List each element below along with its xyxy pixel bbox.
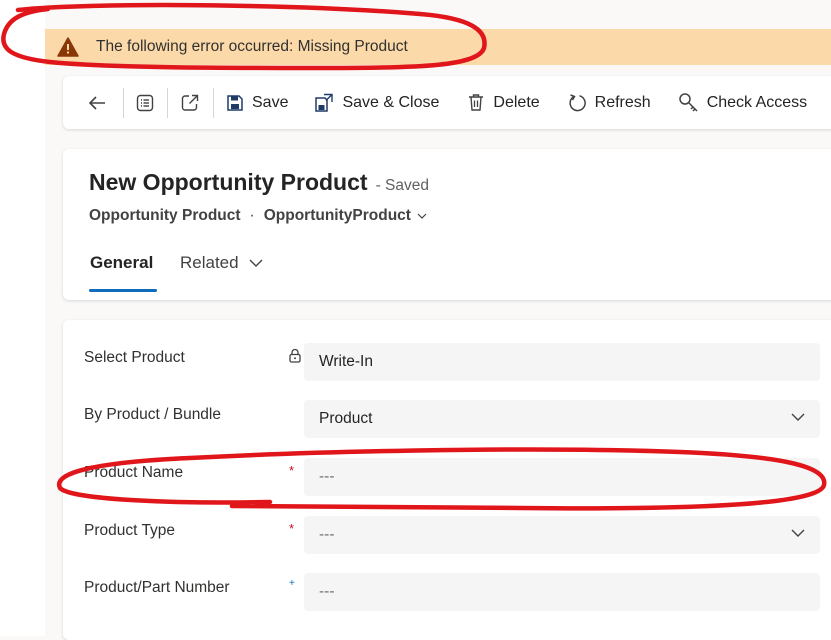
save-and-close-icon [315,93,334,112]
check-access-button[interactable]: Check Access [678,87,807,119]
product-type-value: --- [319,526,335,543]
required-indicator: * [289,463,295,478]
chevron-down-icon [791,529,805,537]
field-label-product-name: Product Name [84,464,184,481]
chevron-down-icon [249,259,263,267]
chevron-down-icon [417,213,427,219]
trash-icon [469,94,484,111]
toolbar-divider [213,87,214,118]
product-type-dropdown[interactable]: --- [304,516,820,554]
tab-general[interactable]: General [90,253,153,273]
check-access-label: Check Access [706,93,808,111]
list-view-icon [136,94,154,111]
back-button[interactable] [81,87,113,119]
command-bar: Save Save & Close Delete Refresh Check A… [63,76,831,129]
page-title: New Opportunity Product [89,169,368,195]
save-and-close-label: Save & Close [342,93,440,111]
save-status: - Saved [375,177,429,194]
error-notification-bar: The following error occurred: Missing Pr… [45,29,831,65]
refresh-button[interactable]: Refresh [567,87,651,119]
key-search-icon [678,93,698,112]
delete-button[interactable]: Delete [467,87,540,119]
error-message: The following error occurred: Missing Pr… [96,38,408,55]
general-section: Select Product Write-In By Product / Bun… [63,320,831,640]
toolbar-divider [167,87,168,118]
open-in-new-window-button[interactable] [174,87,206,119]
select-product-value: Write-In [319,353,373,370]
save-button[interactable]: Save [226,87,288,119]
left-navigation-gutter [0,0,45,636]
breadcrumb-separator: · [249,207,255,224]
product-part-number-value: --- [319,583,335,600]
product-part-number-input[interactable]: --- [304,573,820,611]
warning-icon [57,36,79,58]
form-view-button[interactable] [129,87,161,119]
save-label: Save [252,93,289,111]
delete-label: Delete [493,93,540,111]
lock-icon [289,348,301,368]
back-arrow-icon [88,95,105,110]
save-icon [227,94,243,111]
active-tab-indicator [89,289,157,292]
field-label-by-product-bundle: By Product / Bundle [84,406,221,423]
field-label-product-part-number: Product/Part Number [84,579,230,596]
title-row: New Opportunity Product - Saved [89,169,429,196]
record-header: New Opportunity Product - Saved Opportun… [63,149,831,300]
select-product-field[interactable]: Write-In [304,343,820,381]
save-and-close-button[interactable]: Save & Close [314,87,439,119]
field-label-select-product: Select Product [84,349,185,366]
refresh-icon [569,93,586,111]
product-name-value: --- [319,468,335,485]
recommended-indicator: + [289,578,295,589]
open-in-new-window-icon [181,94,199,111]
form-name: OpportunityProduct [263,207,411,224]
tab-related-label: Related [180,253,239,272]
by-product-bundle-dropdown[interactable]: Product [304,400,820,438]
form-selector[interactable]: OpportunityProduct [264,207,427,225]
product-name-input[interactable]: --- [304,458,820,496]
tab-related[interactable]: Related [180,253,263,273]
entity-name: Opportunity Product [89,207,241,224]
by-product-bundle-value: Product [319,410,373,427]
toolbar-divider [123,87,124,118]
refresh-label: Refresh [594,93,651,111]
required-indicator: * [289,521,295,536]
chevron-down-icon [791,413,805,421]
entity-breadcrumb: Opportunity Product · OpportunityProduct [89,207,427,225]
field-label-product-type: Product Type [84,522,176,539]
